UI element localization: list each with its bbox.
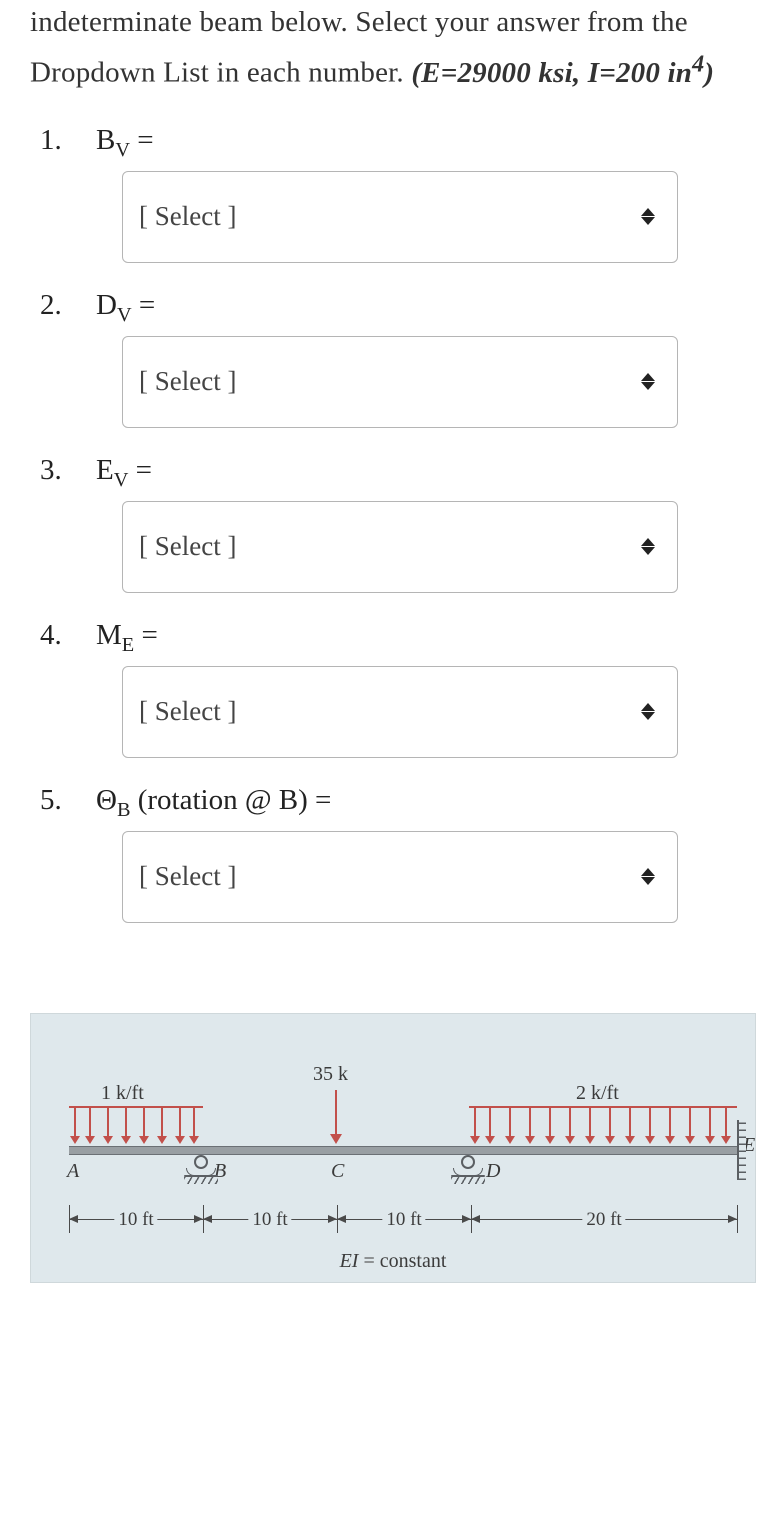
question-label: ME = — [30, 619, 751, 652]
select-placeholder: [ Select ] — [139, 696, 236, 727]
select-placeholder: [ Select ] — [139, 201, 236, 232]
load-right-label: 2 k/ft — [576, 1082, 619, 1105]
span-4: 20 ft — [582, 1209, 625, 1231]
beam-line — [69, 1146, 737, 1155]
question-label: DV = — [30, 289, 751, 322]
select-placeholder: [ Select ] — [139, 531, 236, 562]
intro-line-1: indeterminate beam below. Select your — [30, 6, 489, 38]
chevron-updown-icon — [641, 373, 655, 390]
point-c: C — [331, 1160, 344, 1183]
load-left-label: 1 k/ft — [101, 1082, 144, 1105]
answer-select-1[interactable]: [ Select ] — [122, 171, 678, 263]
question-4: ME = [ Select ] — [30, 619, 751, 758]
question-label: ΘB (rotation @ B) = — [30, 784, 751, 817]
answer-select-5[interactable]: [ Select ] — [122, 831, 678, 923]
answer-select-3[interactable]: [ Select ] — [122, 501, 678, 593]
chevron-updown-icon — [641, 538, 655, 555]
question-label: EV = — [30, 454, 751, 487]
chevron-updown-icon — [641, 868, 655, 885]
span-3: 10 ft — [382, 1209, 425, 1231]
answer-select-2[interactable]: [ Select ] — [122, 336, 678, 428]
question-list: BV = [ Select ] DV = [ Select ] EV = [ Select… — [30, 124, 751, 923]
chevron-updown-icon — [641, 208, 655, 225]
prompt-text: indeterminate beam below. Select your an… — [30, 0, 751, 96]
intro-line-3-prefix: number. — [308, 57, 411, 89]
ei-note: EI = constant — [340, 1250, 447, 1273]
select-placeholder: [ Select ] — [139, 861, 236, 892]
load-right-arrows — [469, 1106, 731, 1144]
span-1: 10 ft — [114, 1209, 157, 1231]
question-3: EV = [ Select ] — [30, 454, 751, 593]
question-5: ΘB (rotation @ B) = [ Select ] — [30, 784, 751, 923]
beam-diagram: 1 k/ft 35 k 2 k/ft A B C D E — [30, 1013, 756, 1283]
span-2: 10 ft — [248, 1209, 291, 1231]
point-load-arrow — [331, 1090, 341, 1144]
answer-select-4[interactable]: [ Select ] — [122, 666, 678, 758]
question-1: BV = [ Select ] — [30, 124, 751, 263]
support-d — [451, 1157, 485, 1175]
support-e-fixed — [737, 1120, 746, 1180]
load-left-arrows — [69, 1106, 200, 1144]
point-a: A — [67, 1160, 79, 1183]
dimension-row: 10 ft 10 ft 10 ft 20 ft — [69, 1219, 737, 1249]
chevron-updown-icon — [641, 703, 655, 720]
select-placeholder: [ Select ] — [139, 366, 236, 397]
point-load-label: 35 k — [313, 1063, 348, 1086]
support-b — [184, 1157, 218, 1175]
given-values: (E=29000 ksi, I=200 in4) — [411, 57, 714, 89]
question-label: BV = — [30, 124, 751, 157]
point-d: D — [486, 1160, 500, 1183]
question-2: DV = [ Select ] — [30, 289, 751, 428]
